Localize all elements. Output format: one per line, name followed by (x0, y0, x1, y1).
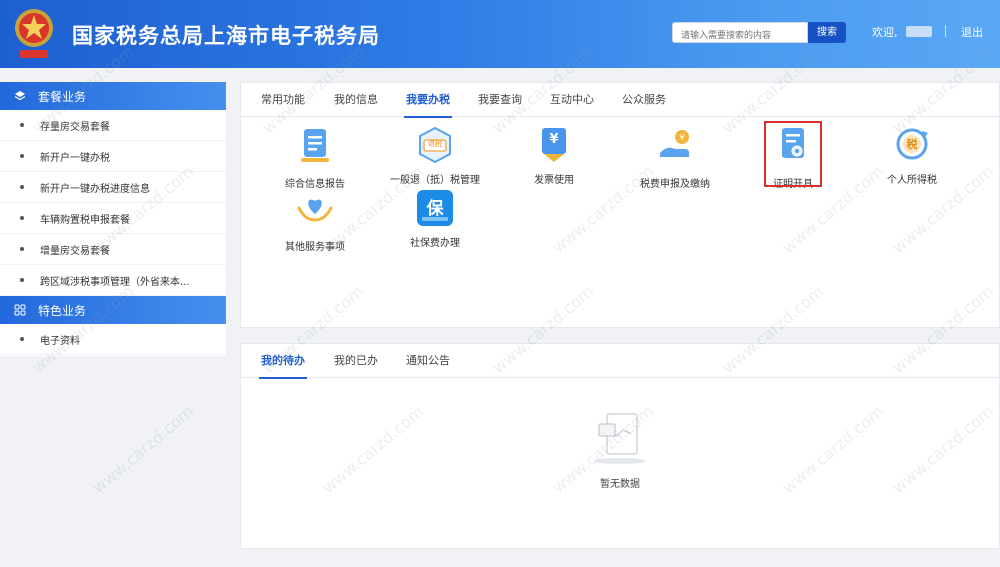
search-input[interactable] (673, 26, 807, 46)
tax-emblem-icon (15, 9, 53, 58)
sidebar-group-special[interactable]: 特色业务 (0, 296, 226, 324)
todo-tabs: 我的待办 我的已办 通知公告 (241, 344, 999, 379)
service-social-insurance[interactable]: 保 社保费办理 (380, 188, 490, 249)
personal-tax-icon-text: 税 (906, 138, 918, 151)
service-personal-tax[interactable]: 税 个人所得税 (857, 125, 967, 186)
bullet-icon (20, 247, 24, 251)
tab-public-service[interactable]: 公众服务 (622, 83, 666, 117)
declare-pay-icon: ¥ (660, 130, 689, 157)
tab-handle-tax[interactable]: 我要办税 (404, 83, 452, 118)
tab-interaction[interactable]: 互动中心 (550, 83, 594, 117)
sidebar-item-new-account[interactable]: 新开户一键办税 (0, 141, 226, 172)
service-label: 税费申报及缴纳 (640, 179, 710, 190)
service-declare-pay[interactable]: ¥ 税费申报及缴纳 (620, 125, 730, 190)
bullet-icon (20, 216, 24, 220)
sidebar-item-label: 新开户一键办税进度信息 (40, 183, 150, 195)
site-title: 国家税务总局上海市电子税务局 (72, 24, 380, 48)
sidebar-item-label: 增量房交易套餐 (40, 245, 110, 257)
service-label: 个人所得税 (887, 175, 937, 186)
tab-query[interactable]: 我要查询 (478, 83, 522, 117)
sidebar-item-label: 新开户一键办税 (40, 152, 110, 164)
svg-text:¥: ¥ (679, 133, 684, 142)
empty-data-text: 暂无数据 (600, 479, 640, 490)
sidebar-group-title: 套餐业务 (38, 89, 87, 104)
report-icon (301, 129, 329, 162)
invoice-icon: ¥ (534, 125, 574, 165)
bullet-icon (20, 185, 24, 189)
search-button[interactable]: 搜索 (808, 22, 846, 43)
sidebar-item-vehicle-tax[interactable]: 车辆购置税申报套餐 (0, 203, 226, 234)
sidebar-group-package[interactable]: 套餐业务 (0, 82, 226, 110)
service-label: 一般退（抵）税管理 (390, 175, 480, 186)
search-field[interactable] (672, 22, 808, 46)
tab-my-info[interactable]: 我的信息 (334, 83, 378, 117)
main-tabs: 常用功能 我的信息 我要办税 我要查询 互动中心 公众服务 (241, 83, 999, 118)
tab-notices[interactable]: 通知公告 (406, 344, 450, 378)
top-header: 国家税务总局上海市电子税务局 搜索 欢迎, 退出 (0, 0, 1000, 68)
social-insurance-icon: 保 (415, 188, 455, 228)
username-masked (906, 26, 932, 37)
bullet-icon (20, 154, 24, 158)
service-other[interactable]: 其他服务事项 (260, 188, 370, 253)
tab-my-done[interactable]: 我的已办 (334, 344, 378, 378)
bullet-icon (20, 278, 24, 282)
watermark-text: www.carzd.com (88, 401, 198, 498)
service-label: 发票使用 (534, 175, 574, 186)
highlight-box (764, 121, 822, 187)
invoice-icon-text: ¥ (549, 132, 559, 147)
service-invoice[interactable]: ¥ 发票使用 (499, 125, 609, 186)
layers-icon (14, 91, 26, 101)
service-info-report[interactable]: 综合信息报告 (260, 125, 370, 190)
refund-icon-text: 退税 (428, 140, 442, 148)
sidebar: 套餐业务 存量房交易套餐 新开户一键办税 新开户一键办税进度信息 车辆购置税申报… (0, 82, 226, 356)
bullet-icon (20, 337, 24, 341)
tab-common[interactable]: 常用功能 (261, 83, 305, 117)
sidebar-item-label: 跨区域涉税事项管理（外省来本... (40, 276, 190, 288)
bullet-icon (20, 123, 24, 127)
service-label: 社保费办理 (410, 238, 460, 249)
sidebar-group-title: 特色业务 (38, 303, 87, 318)
refund-icon: 退税 (415, 125, 455, 165)
sidebar-item-stock-house[interactable]: 存量房交易套餐 (0, 110, 226, 141)
sidebar-item-label: 车辆购置税申报套餐 (40, 214, 130, 226)
header-divider (945, 25, 946, 37)
service-label: 其他服务事项 (285, 242, 345, 253)
empty-data-icon (594, 413, 646, 464)
logout-link[interactable]: 退出 (961, 24, 983, 40)
heart-hands-icon (297, 199, 333, 222)
sidebar-item-label: 电子资料 (40, 335, 80, 347)
personal-tax-icon: 税 (892, 125, 932, 165)
tab-my-todo[interactable]: 我的待办 (259, 344, 307, 379)
welcome-text: 欢迎, (872, 26, 898, 39)
sidebar-item-e-documents[interactable]: 电子资料 (0, 324, 226, 355)
social-insurance-icon-text: 保 (426, 199, 444, 219)
sidebar-item-label: 存量房交易套餐 (40, 121, 110, 133)
sidebar-item-new-house[interactable]: 增量房交易套餐 (0, 234, 226, 265)
service-refund[interactable]: 退税 一般退（抵）税管理 (380, 125, 490, 186)
sidebar-item-cross-region[interactable]: 跨区域涉税事项管理（外省来本... (0, 265, 226, 296)
grid-icon (14, 304, 26, 316)
sidebar-item-new-account-progress[interactable]: 新开户一键办税进度信息 (0, 172, 226, 203)
